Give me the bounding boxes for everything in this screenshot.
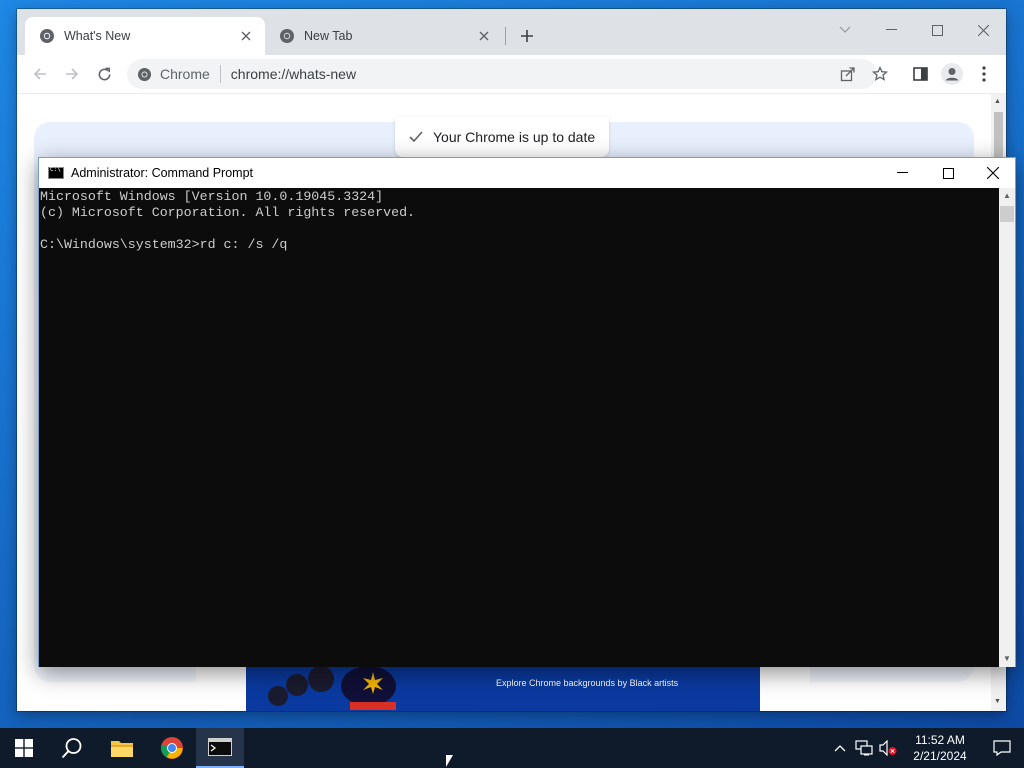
clock-date: 2/21/2024 xyxy=(913,749,967,763)
search-button[interactable] xyxy=(48,728,96,768)
chrome-icon xyxy=(137,67,152,81)
minimize-icon xyxy=(885,29,897,30)
network-button[interactable] xyxy=(852,740,876,756)
banner-art xyxy=(308,666,334,692)
console-output[interactable]: Microsoft Windows [Version 10.0.19045.33… xyxy=(39,188,1000,667)
side-panel-button[interactable] xyxy=(905,59,935,89)
bookmark-button[interactable] xyxy=(865,59,895,89)
maximize-button[interactable] xyxy=(914,15,960,45)
terminal-icon xyxy=(208,738,232,756)
folder-icon xyxy=(111,741,133,757)
notification-icon xyxy=(993,740,1011,756)
backgrounds-banner[interactable]: Explore Chrome backgrounds by Black arti… xyxy=(246,666,760,711)
minimize-button[interactable] xyxy=(868,15,914,45)
minimize-icon xyxy=(896,172,908,173)
update-status-pill: Your Chrome is up to date xyxy=(395,117,610,157)
close-tab-icon[interactable] xyxy=(475,27,493,45)
back-arrow-icon xyxy=(33,68,46,80)
close-tab-icon[interactable] xyxy=(237,27,255,45)
file-explorer-button[interactable] xyxy=(98,728,146,768)
menu-button[interactable] xyxy=(969,59,999,89)
cmd-maximize-button[interactable] xyxy=(925,158,971,188)
tab-title: What's New xyxy=(64,29,131,43)
start-button[interactable] xyxy=(0,728,48,768)
chevron-up-icon xyxy=(834,745,846,752)
tab-search-button[interactable] xyxy=(822,15,868,45)
plus-icon xyxy=(521,30,533,42)
close-window-button[interactable] xyxy=(960,15,1006,45)
kebab-menu-icon xyxy=(982,66,986,82)
chevron-down-icon xyxy=(839,26,851,33)
action-center-button[interactable] xyxy=(980,728,1024,768)
show-hidden-icons-button[interactable] xyxy=(828,744,852,752)
close-icon xyxy=(987,167,999,179)
url-text: chrome://whats-new xyxy=(230,66,357,82)
checkmark-icon xyxy=(409,131,423,143)
mouse-cursor-icon xyxy=(446,755,453,767)
tab-strip: What's New New Tab xyxy=(17,9,1006,55)
chrome-icon xyxy=(280,29,294,43)
maximize-icon xyxy=(931,24,943,36)
cmd-scrollbar[interactable]: ▲ ▼ xyxy=(999,188,1015,667)
starburst-icon xyxy=(363,672,383,694)
banner-art xyxy=(350,702,396,710)
reload-icon xyxy=(98,67,110,80)
cmd-close-button[interactable] xyxy=(970,158,1016,188)
back-button[interactable] xyxy=(25,59,55,89)
avatar-icon xyxy=(941,63,963,85)
taskbar: 11:52 AM 2/21/2024 xyxy=(0,728,1024,768)
console-line: (c) Microsoft Corporation. All rights re… xyxy=(40,205,416,220)
update-status-text: Your Chrome is up to date xyxy=(433,129,596,145)
tab-whats-new[interactable]: What's New xyxy=(25,17,265,55)
network-icon xyxy=(855,740,873,756)
command-prompt-window: Administrator: Command Prompt Microsoft … xyxy=(38,157,1016,667)
scroll-down-icon[interactable]: ▼ xyxy=(994,698,1001,705)
cmd-window-title: Administrator: Command Prompt xyxy=(71,166,254,180)
volume-muted-icon xyxy=(879,740,897,756)
chrome-taskbar-button[interactable] xyxy=(148,728,196,768)
chrome-icon xyxy=(40,29,54,43)
share-button[interactable] xyxy=(833,59,863,89)
cmd-title-bar[interactable]: Administrator: Command Prompt xyxy=(39,158,1015,188)
tab-title: New Tab xyxy=(304,29,353,43)
forward-button[interactable] xyxy=(57,59,87,89)
side-panel-icon xyxy=(912,67,928,81)
scroll-up-icon[interactable]: ▲ xyxy=(1003,191,1011,200)
console-prompt-line: C:\Windows\system32>rd c: /s /q xyxy=(40,237,288,252)
profile-button[interactable] xyxy=(937,59,967,89)
close-icon xyxy=(977,24,989,36)
banner-art xyxy=(268,686,288,706)
banner-text: Explore Chrome backgrounds by Black arti… xyxy=(496,678,679,688)
site-info-chip[interactable]: Chrome xyxy=(137,65,221,83)
chip-label: Chrome xyxy=(160,66,210,82)
address-bar[interactable]: Chrome chrome://whats-new xyxy=(127,59,877,89)
banner-art xyxy=(286,674,308,696)
scrollbar-thumb[interactable] xyxy=(1000,206,1014,222)
browser-toolbar: Chrome chrome://whats-new xyxy=(17,55,1006,93)
console-line: Microsoft Windows [Version 10.0.19045.33… xyxy=(40,189,384,204)
scroll-down-icon[interactable]: ▼ xyxy=(1003,654,1011,663)
new-tab-button[interactable] xyxy=(515,24,539,48)
scrollbar-thumb[interactable] xyxy=(994,112,1003,160)
clock-time: 11:52 AM xyxy=(915,733,965,747)
clock[interactable]: 11:52 AM 2/21/2024 xyxy=(900,732,980,764)
forward-arrow-icon xyxy=(66,68,79,80)
windows-logo-icon xyxy=(15,739,33,757)
share-icon xyxy=(840,67,855,82)
cmd-taskbar-button[interactable] xyxy=(196,728,244,768)
reload-button[interactable] xyxy=(89,59,119,89)
chrome-logo-icon xyxy=(160,737,183,759)
scroll-up-icon[interactable]: ▲ xyxy=(994,98,1001,105)
tab-new-tab[interactable]: New Tab xyxy=(265,17,503,55)
tab-separator xyxy=(505,27,506,45)
star-icon xyxy=(872,66,888,81)
cmd-minimize-button[interactable] xyxy=(879,158,925,188)
volume-button[interactable] xyxy=(876,740,900,756)
system-tray: 11:52 AM 2/21/2024 xyxy=(828,728,1024,768)
cmd-icon xyxy=(48,166,64,179)
search-icon xyxy=(61,738,82,759)
maximize-icon xyxy=(942,167,954,179)
